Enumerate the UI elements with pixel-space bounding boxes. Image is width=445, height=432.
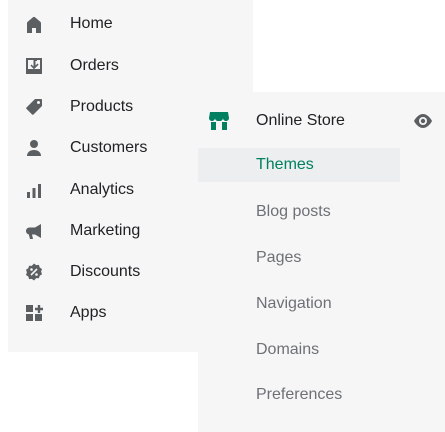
nav-item-label: Marketing: [70, 222, 141, 239]
discount-icon: [24, 262, 44, 282]
nav-item-label: Products: [70, 98, 134, 115]
subnav-item-domains[interactable]: Domains: [198, 333, 400, 367]
megaphone-icon: [24, 221, 44, 241]
subnav-item-label: Domains: [256, 341, 320, 358]
subnav-item-blog-posts[interactable]: Blog posts: [198, 195, 400, 229]
nav-item-label: Home: [70, 15, 113, 32]
orders-icon: [24, 56, 44, 76]
apps-icon: [24, 303, 44, 323]
subnav-item-themes[interactable]: Themes: [198, 148, 400, 182]
online-store-item[interactable]: Online Store: [198, 106, 445, 136]
subnav-item-pages[interactable]: Pages: [198, 241, 400, 275]
nav-item-label: Analytics: [70, 181, 135, 198]
store-icon: [208, 110, 230, 132]
subnav-item-label: Preferences: [256, 386, 343, 403]
bar-chart-icon: [24, 180, 44, 200]
subnav-item-label: Navigation: [256, 295, 332, 312]
nav-item-label: Orders: [70, 57, 119, 74]
online-store-subnav: Online Store Themes Blog posts Pages Nav…: [198, 92, 445, 432]
person-icon: [24, 138, 44, 158]
subnav-item-label: Pages: [256, 249, 302, 266]
nav-item-label: Discounts: [70, 263, 141, 280]
tag-icon: [24, 97, 44, 117]
home-icon: [24, 14, 44, 34]
nav-item-home[interactable]: Home: [8, 10, 253, 38]
subnav-item-preferences[interactable]: Preferences: [198, 378, 400, 412]
subnav-item-label: Blog posts: [256, 203, 331, 220]
online-store-label: Online Store: [256, 112, 345, 129]
subnav-item-label: Themes: [256, 156, 314, 173]
eye-icon[interactable]: [412, 111, 434, 131]
nav-item-label: Customers: [70, 139, 148, 156]
nav-item-label: Apps: [70, 304, 107, 321]
subnav-item-navigation[interactable]: Navigation: [198, 287, 400, 321]
nav-item-orders[interactable]: Orders: [8, 52, 253, 80]
